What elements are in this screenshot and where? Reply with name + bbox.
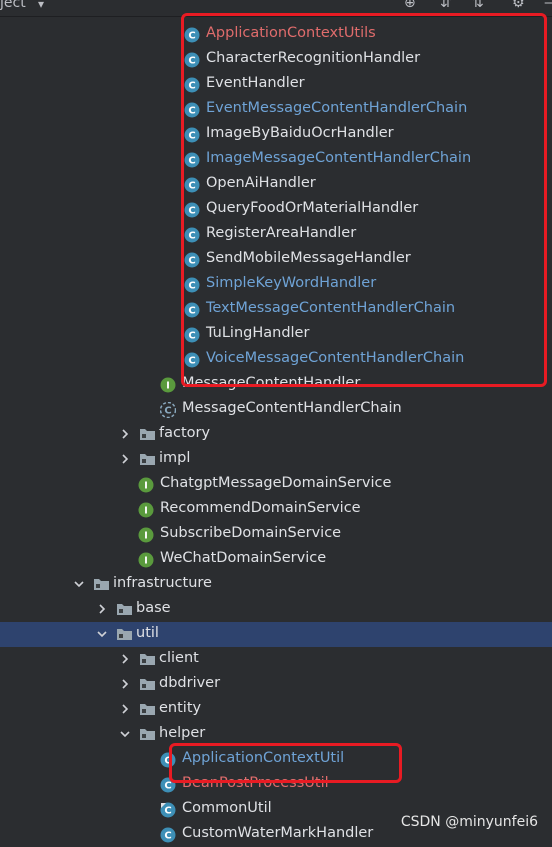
- folder-icon: [93, 577, 110, 591]
- folder-icon: [139, 452, 156, 466]
- tree-item-label: CommonUtil: [182, 800, 272, 816]
- folder-icon: [139, 677, 156, 691]
- abstract-class-icon: C: [159, 401, 177, 419]
- tree-item-label: impl: [159, 450, 191, 466]
- tree-item-label: SubscribeDomainService: [160, 525, 342, 541]
- highlight-box-bottom: [169, 743, 402, 783]
- tree-folder-row[interactable]: client: [0, 647, 552, 672]
- tree-folder-row[interactable]: infrastructure: [0, 572, 552, 597]
- svg-text:I: I: [166, 381, 170, 392]
- tree-item-label: helper: [159, 725, 206, 741]
- tree-file-row[interactable]: I ChatgptMessageDomainService: [0, 472, 552, 497]
- tree-folder-row[interactable]: util: [0, 622, 552, 647]
- target-icon[interactable]: ⊕: [404, 0, 416, 11]
- tree-item-label: infrastructure: [113, 575, 212, 591]
- folder-icon: [139, 427, 156, 441]
- class-icon: C: [160, 802, 176, 818]
- chevron-right-icon[interactable]: [118, 652, 132, 666]
- tree-item-label: RecommendDomainService: [160, 500, 361, 516]
- chevron-right-icon[interactable]: [118, 677, 132, 691]
- tree-item-label: factory: [159, 425, 211, 441]
- tree-item-label: dbdriver: [159, 675, 221, 691]
- class-icon: C: [160, 827, 176, 843]
- chevron-down-icon[interactable]: [95, 627, 109, 641]
- chevron-right-icon[interactable]: [118, 452, 132, 466]
- interface-icon: I: [138, 552, 154, 568]
- tree-folder-row[interactable]: entity: [0, 697, 552, 722]
- tree-item-label: CustomWaterMarkHandler: [182, 825, 374, 841]
- interface-icon: I: [138, 527, 154, 543]
- tree-folder-row[interactable]: factory: [0, 422, 552, 447]
- tree-file-row[interactable]: C MessageContentHandlerChain: [0, 397, 552, 422]
- tree-item-label: base: [136, 600, 171, 616]
- watermark: CSDN @minyunfei6: [400, 814, 538, 830]
- chevron-down-icon[interactable]: ▾: [38, 0, 44, 11]
- tree-item-label: client: [159, 650, 199, 666]
- tree-file-row[interactable]: I WeChatDomainService: [0, 547, 552, 572]
- chevron-right-icon[interactable]: [95, 602, 109, 616]
- svg-text:C: C: [164, 781, 171, 792]
- svg-text:C: C: [164, 406, 171, 417]
- tree-item-label: WeChatDomainService: [160, 550, 327, 566]
- chevron-down-icon[interactable]: [118, 727, 132, 741]
- hide-icon[interactable]: —: [544, 0, 552, 11]
- chevron-down-icon[interactable]: [72, 577, 86, 591]
- tree-file-row[interactable]: I RecommendDomainService: [0, 497, 552, 522]
- tree-item-label: ChatgptMessageDomainService: [160, 475, 392, 491]
- tree-item-label: MessageContentHandlerChain: [182, 400, 402, 416]
- collapse-all-icon[interactable]: ⇅: [472, 0, 484, 11]
- highlight-box-top: [181, 13, 547, 387]
- svg-text:I: I: [144, 556, 148, 567]
- folder-icon: [139, 702, 156, 716]
- svg-text:I: I: [144, 506, 148, 517]
- tree-folder-row[interactable]: base: [0, 597, 552, 622]
- gear-icon[interactable]: ⚙: [512, 0, 525, 11]
- expand-all-icon[interactable]: ⇵: [440, 0, 452, 11]
- interface-icon: I: [138, 477, 154, 493]
- project-view-title[interactable]: ject: [0, 0, 26, 11]
- svg-text:C: C: [164, 806, 171, 817]
- tree-folder-row[interactable]: dbdriver: [0, 672, 552, 697]
- interface-icon: I: [138, 502, 154, 518]
- folder-icon: [116, 627, 133, 641]
- folder-icon: [116, 602, 133, 616]
- tree-file-row[interactable]: I SubscribeDomainService: [0, 522, 552, 547]
- chevron-right-icon[interactable]: [118, 427, 132, 441]
- chevron-right-icon[interactable]: [118, 702, 132, 716]
- tree-item-label: entity: [159, 700, 202, 716]
- folder-icon: [139, 652, 156, 666]
- tree-item-label: util: [136, 625, 159, 641]
- svg-text:I: I: [144, 481, 148, 492]
- folder-icon: [139, 727, 156, 741]
- interface-icon: I: [160, 377, 176, 393]
- tree-folder-row[interactable]: impl: [0, 447, 552, 472]
- svg-text:I: I: [144, 531, 148, 542]
